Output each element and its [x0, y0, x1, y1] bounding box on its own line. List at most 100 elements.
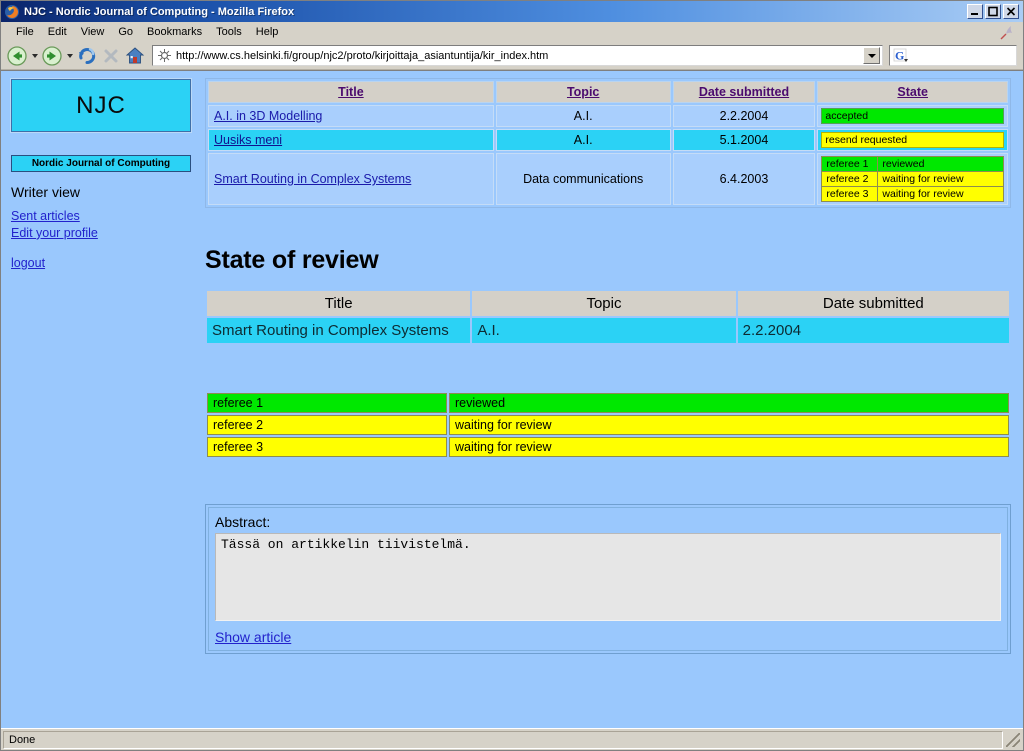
referee-row: referee 2 waiting for review	[821, 171, 1004, 187]
articles-table: Title Topic Date submitted State A.I. in…	[205, 78, 1011, 208]
column-header-date: Date submitted	[737, 291, 1009, 316]
page-content: Title Topic Date submitted State A.I. in…	[201, 71, 1023, 728]
referee-row: referee 3 waiting for review	[207, 437, 1009, 457]
menu-edit[interactable]: Edit	[41, 24, 74, 40]
table-row[interactable]: Uusiks meni A.I. 5.1.2004 resend request…	[208, 129, 1008, 151]
review-date-cell: 2.2.2004	[737, 318, 1009, 343]
column-header-title[interactable]: Title	[208, 81, 494, 103]
article-title-cell: Smart Routing in Complex Systems	[208, 153, 494, 205]
article-topic-cell: A.I.	[495, 105, 671, 127]
referee-status: reviewed	[877, 156, 1004, 172]
status-bar: Done	[1, 728, 1023, 750]
status-badge: resend requested	[821, 132, 1004, 148]
state-of-review-table: Title Topic Date submitted Smart Routing…	[205, 289, 1011, 345]
article-title-link[interactable]: A.I. in 3D Modelling	[214, 109, 322, 123]
referee-row: referee 1 reviewed	[821, 156, 1004, 172]
table-row[interactable]: Smart Routing in Complex Systems Data co…	[208, 153, 1008, 205]
window-controls	[967, 4, 1019, 19]
abstract-text: Tässä on artikkelin tiivistelmä.	[215, 533, 1001, 621]
status-text: Done	[3, 730, 1003, 749]
throbber-icon	[997, 23, 1017, 41]
njc-logo-text: NJC	[76, 91, 126, 119]
svg-text:G: G	[895, 48, 904, 62]
menu-bar: File Edit View Go Bookmarks Tools Help	[1, 22, 1023, 42]
close-button[interactable]	[1003, 4, 1019, 19]
page-title: State of review	[205, 246, 379, 274]
column-header-topic[interactable]: Topic	[495, 81, 671, 103]
forward-dropdown-arrow[interactable]	[64, 45, 75, 67]
abstract-block: Abstract: Tässä on artikkelin tiivistelm…	[205, 504, 1011, 654]
reload-button[interactable]	[75, 44, 99, 68]
referee-status-table-main: referee 1 reviewed referee 2 waiting for…	[205, 391, 1011, 459]
review-title-cell: Smart Routing in Complex Systems	[207, 318, 471, 343]
window-titlebar: NJC - Nordic Journal of Computing - Mozi…	[1, 1, 1023, 22]
column-header-topic: Topic	[472, 291, 736, 316]
referee-status: waiting for review	[877, 171, 1004, 187]
article-title-cell: A.I. in 3D Modelling	[208, 105, 494, 127]
referee-status: waiting for review	[449, 437, 1009, 457]
referee-name: referee 1	[821, 156, 879, 172]
page-viewport: NJC Nordic Journal of Computing Writer v…	[1, 70, 1023, 728]
search-input[interactable]	[913, 48, 1009, 63]
menu-go[interactable]: Go	[111, 24, 140, 40]
article-date-cell: 5.1.2004	[672, 129, 816, 151]
google-search-icon: G	[893, 48, 913, 64]
state-of-review-header-row: Title Topic Date submitted	[207, 291, 1009, 316]
menu-help[interactable]: Help	[249, 24, 286, 40]
browser-window: NJC - Nordic Journal of Computing - Mozi…	[0, 0, 1024, 751]
sidebar-link-logout[interactable]: logout	[11, 255, 201, 272]
firefox-icon	[4, 4, 20, 20]
menu-view[interactable]: View	[74, 24, 112, 40]
article-state-cell: referee 1 reviewed referee 2 waiting for…	[817, 153, 1008, 205]
minimize-button[interactable]	[967, 4, 983, 19]
show-article-row: Show article	[215, 629, 1001, 645]
journal-title-label: Nordic Journal of Computing	[31, 158, 171, 169]
column-header-title: Title	[207, 291, 471, 316]
referee-name: referee 1	[207, 393, 447, 413]
abstract-label: Abstract:	[215, 514, 271, 530]
page-sidebar: NJC Nordic Journal of Computing Writer v…	[1, 71, 201, 728]
column-header-date[interactable]: Date submitted	[672, 81, 816, 103]
address-dropdown-button[interactable]	[863, 47, 880, 64]
stop-button[interactable]	[99, 44, 123, 68]
referee-status: waiting for review	[877, 186, 1004, 202]
forward-button[interactable]	[40, 44, 64, 68]
article-state-cell: accepted	[817, 105, 1008, 127]
table-row[interactable]: A.I. in 3D Modelling A.I. 2.2.2004 accep…	[208, 105, 1008, 127]
referee-name: referee 3	[821, 186, 879, 202]
article-date-cell: 2.2.2004	[672, 105, 816, 127]
referee-status-block: referee 1 reviewed referee 2 waiting for…	[205, 391, 1011, 459]
back-button[interactable]	[5, 44, 29, 68]
address-bar[interactable]: http://www.cs.helsinki.fi/group/njc2/pro…	[152, 45, 883, 66]
journal-title-button[interactable]: Nordic Journal of Computing	[11, 155, 191, 172]
article-title-cell: Uusiks meni	[208, 129, 494, 151]
menu-tools[interactable]: Tools	[209, 24, 249, 40]
njc-logo[interactable]: NJC	[11, 79, 191, 132]
menu-file[interactable]: File	[9, 24, 41, 40]
navigation-toolbar: http://www.cs.helsinki.fi/group/njc2/pro…	[1, 42, 1023, 70]
sidebar-link-sent-articles[interactable]: Sent articles	[11, 208, 201, 225]
window-title: NJC - Nordic Journal of Computing - Mozi…	[24, 5, 295, 18]
home-button[interactable]	[123, 44, 147, 68]
abstract-inner: Abstract: Tässä on artikkelin tiivistelm…	[208, 507, 1008, 651]
referee-status: reviewed	[449, 393, 1009, 413]
writer-view-label: Writer view	[11, 184, 80, 200]
sidebar-logout: logout	[11, 255, 201, 272]
referee-name: referee 2	[207, 415, 447, 435]
referee-row: referee 3 waiting for review	[821, 186, 1004, 202]
referee-name: referee 3	[207, 437, 447, 457]
address-bar-text: http://www.cs.helsinki.fi/group/njc2/pro…	[176, 49, 549, 62]
review-topic-cell: A.I.	[472, 318, 736, 343]
article-title-link[interactable]: Uusiks meni	[214, 133, 282, 147]
referee-row: referee 1 reviewed	[207, 393, 1009, 413]
column-header-state[interactable]: State	[817, 81, 1008, 103]
menu-bookmarks[interactable]: Bookmarks	[140, 24, 209, 40]
search-bar[interactable]: G	[889, 45, 1017, 66]
resize-grip-icon[interactable]	[1005, 732, 1021, 748]
article-title-link[interactable]: Smart Routing in Complex Systems	[214, 172, 411, 186]
status-badge: accepted	[821, 108, 1004, 124]
show-article-link[interactable]: Show article	[215, 629, 291, 645]
sidebar-link-edit-profile[interactable]: Edit your profile	[11, 225, 201, 242]
back-dropdown-arrow[interactable]	[29, 45, 40, 67]
maximize-button[interactable]	[985, 4, 1001, 19]
